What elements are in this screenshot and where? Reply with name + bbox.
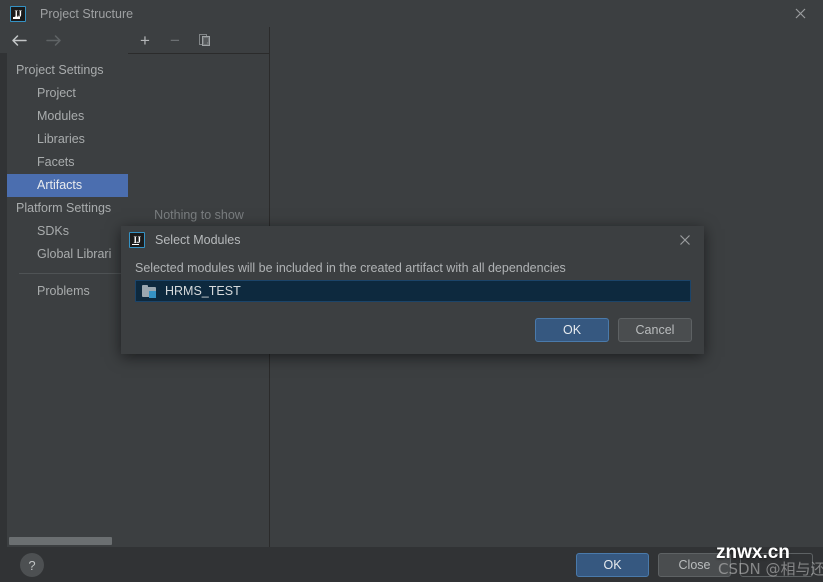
dialog-description: Selected modules will be included in the… — [135, 261, 566, 275]
sidebar-horizontal-scrollbar-thumb[interactable] — [9, 537, 112, 545]
intellij-idea-icon: IJ — [129, 232, 145, 248]
project-structure-window: IJ Project Structure Project Settings Pr… — [0, 0, 823, 582]
sidebar-item-libraries[interactable]: Libraries — [7, 128, 128, 151]
close-button[interactable]: Close — [658, 553, 731, 577]
settings-sidebar: Project Settings Project Modules Librari… — [7, 53, 128, 535]
question-mark-icon: ? — [28, 557, 36, 573]
copy-icon — [199, 34, 210, 46]
close-icon — [795, 8, 805, 19]
ok-button[interactable]: OK — [576, 553, 649, 577]
sidebar-item-problems[interactable]: Problems — [7, 280, 128, 303]
back-button[interactable] — [10, 31, 28, 49]
minus-icon: − — [170, 30, 180, 50]
window-title: Project Structure — [40, 6, 134, 21]
dialog-footer: ? OK Close — [0, 547, 823, 582]
help-button[interactable]: ? — [20, 553, 44, 577]
sidebar-item-modules[interactable]: Modules — [7, 105, 128, 128]
sidebar-item-artifacts[interactable]: Artifacts — [7, 174, 128, 197]
dialog-cancel-button[interactable]: Cancel — [618, 318, 692, 342]
copy-artifact-button[interactable] — [192, 29, 218, 51]
dialog-close-button[interactable] — [666, 226, 704, 254]
close-icon — [680, 235, 690, 245]
select-modules-dialog: IJ Select Modules Selected modules will … — [121, 226, 704, 354]
plus-icon: + — [140, 30, 150, 50]
dialog-title: Select Modules — [155, 233, 241, 247]
sidebar-item-project[interactable]: Project — [7, 82, 128, 105]
sidebar-item-global-libraries[interactable]: Global Librari — [7, 243, 128, 266]
artifacts-toolbar: + − — [128, 27, 270, 53]
sidebar-item-facets[interactable]: Facets — [7, 151, 128, 174]
toolbar-divider — [128, 53, 270, 54]
add-artifact-button[interactable]: + — [132, 29, 158, 51]
arrow-right-icon — [45, 34, 61, 46]
dialog-titlebar: IJ Select Modules — [121, 226, 704, 254]
sidebar-group-project-settings: Project Settings — [16, 63, 104, 77]
forward-button[interactable] — [44, 31, 62, 49]
intellij-idea-icon: IJ — [10, 5, 26, 22]
sidebar-divider — [19, 273, 122, 274]
module-list-item[interactable]: HRMS_TEST — [135, 280, 691, 302]
dialog-action-buttons: OK Cancel — [535, 318, 692, 342]
remove-artifact-button[interactable]: − — [162, 29, 188, 51]
empty-state-label: Nothing to show — [154, 208, 244, 222]
sidebar-group-platform-settings: Platform Settings — [16, 201, 112, 215]
module-folder-icon — [142, 284, 157, 298]
sidebar-item-sdks[interactable]: SDKs — [7, 220, 128, 243]
arrow-left-icon — [11, 34, 27, 46]
dialog-ok-button[interactable]: OK — [535, 318, 609, 342]
window-close-button[interactable] — [777, 0, 823, 27]
window-titlebar: IJ Project Structure — [0, 0, 823, 27]
module-name: HRMS_TEST — [165, 284, 241, 298]
apply-button[interactable] — [740, 553, 813, 577]
